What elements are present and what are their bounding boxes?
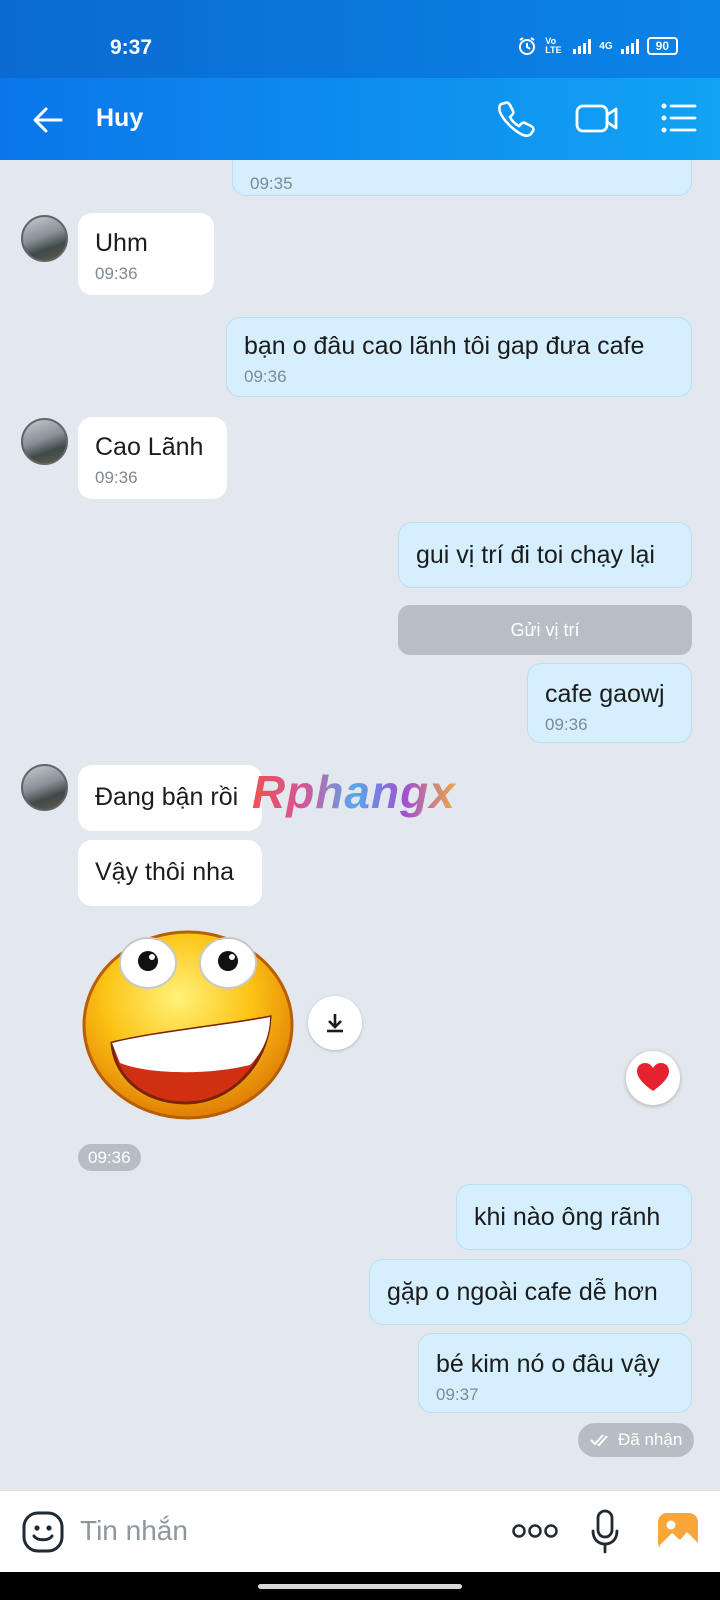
image-gallery-icon[interactable] [656,1511,700,1553]
message-time: 09:35 [250,174,293,193]
video-call-icon[interactable] [573,96,621,140]
message-list[interactable]: 09:35 Uhm 09:36 bạn o đâu cao lãnh tôi g… [0,160,720,1490]
message-time: 09:37 [436,1385,479,1404]
message-time: 09:36 [95,468,138,487]
message-bubble-out[interactable]: khi nào ông rãnh [456,1184,692,1250]
status-bar: 9:37 Vo LTE 4G 90 [0,0,720,78]
message-time: 09:36 [545,715,588,734]
message-bubble-out[interactable]: gặp o ngoài cafe dễ hơn [369,1259,692,1325]
signal-icon-2 [620,38,639,54]
heart-icon [637,1063,669,1091]
message-composer: Tin nhắn [0,1490,720,1572]
grinning-face-sticker[interactable] [80,925,296,1121]
microphone-icon[interactable] [590,1509,620,1555]
message-text: gui vị trí đi toi chạy lại [416,541,655,569]
emoji-icon[interactable] [22,1511,64,1553]
contact-name[interactable]: Huy [96,104,143,133]
download-icon [327,1014,343,1033]
message-text: Đang bận rồi [95,783,239,811]
send-location-button[interactable]: Gửi vị trí [398,605,692,655]
message-bubble-in[interactable]: Cao Lãnh 09:36 [78,417,227,499]
message-text: Cao Lãnh [95,433,204,461]
delivery-status-badge: Đã nhận [578,1423,695,1457]
menu-list-icon[interactable] [656,96,700,140]
message-time: 09:36 [244,367,287,386]
avatar[interactable] [21,764,68,811]
more-options-icon[interactable] [512,1523,558,1539]
download-button[interactable] [308,996,362,1050]
message-bubble-in[interactable]: Uhm 09:36 [78,213,214,295]
chat-header: Huy [0,78,720,160]
message-bubble-in[interactable]: Vậy thôi nha [78,840,262,906]
status-time: 9:37 [110,36,153,59]
message-bubble-out[interactable]: 09:35 [232,160,692,196]
message-bubble-in[interactable]: Đang bận rồi [78,765,262,831]
network-label: 4G [599,40,613,52]
message-text: Uhm [95,229,148,257]
volte-label: Vo LTE [545,36,562,55]
avatar[interactable] [21,418,68,465]
status-icons: Vo LTE 4G 90 [517,36,678,56]
message-input[interactable]: Tin nhắn [80,1515,188,1547]
reaction-heart-button[interactable] [626,1051,680,1105]
double-check-icon [590,1434,608,1447]
message-text: bé kim nó o đâu vậy [436,1350,660,1378]
message-text: gặp o ngoài cafe dễ hơn [387,1278,658,1306]
battery-icon: 90 [646,37,678,55]
signal-icon-1 [573,38,592,54]
back-arrow-icon[interactable] [28,100,68,140]
message-text: khi nào ông rãnh [474,1203,661,1231]
system-nav-bar [0,1572,720,1600]
message-text: Vậy thôi nha [95,858,234,886]
message-bubble-out[interactable]: bé kim nó o đâu vậy 09:37 [418,1333,692,1413]
phone-call-icon[interactable] [494,96,538,140]
message-text: cafe gaowj [545,680,665,708]
message-bubble-out[interactable]: bạn o đâu cao lãnh tôi gap đưa cafe 09:3… [226,317,692,397]
message-bubble-out[interactable]: gui vị trí đi toi chạy lại [398,522,692,588]
message-text: bạn o đâu cao lãnh tôi gap đưa cafe [244,332,645,360]
avatar[interactable] [21,215,68,262]
alarm-icon [519,37,536,55]
message-time: 09:36 [95,264,138,283]
delivery-status-text: Đã nhận [618,1430,683,1449]
sticker-time: 09:36 [78,1144,141,1171]
message-bubble-out[interactable]: cafe gaowj 09:36 [527,663,692,743]
home-gesture-handle[interactable] [258,1584,462,1589]
watermark: Rphangx [252,766,456,818]
